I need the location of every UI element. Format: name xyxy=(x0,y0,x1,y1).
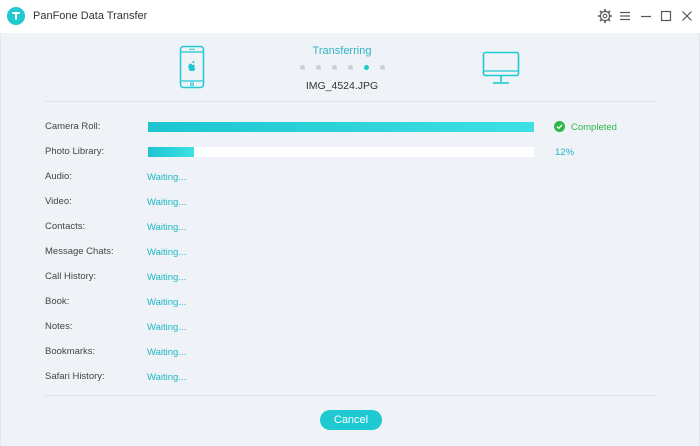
menu-button[interactable] xyxy=(617,8,633,24)
progress-fill xyxy=(148,122,534,132)
waiting-status: Waiting... xyxy=(147,347,187,358)
waiting-status: Waiting... xyxy=(147,272,187,283)
transfer-row: Photo Library: 12% xyxy=(45,143,657,163)
category-label: Call History: xyxy=(45,271,97,282)
hamburger-menu-icon xyxy=(620,11,630,21)
transfer-row: Safari History: Waiting... xyxy=(45,368,657,388)
minimize-icon xyxy=(641,15,651,18)
current-file-name: IMG_4524.JPG xyxy=(305,80,379,92)
progress-bar xyxy=(148,147,534,157)
transfer-row: Book: Waiting... xyxy=(45,293,657,313)
category-label: Audio: xyxy=(45,171,72,182)
transfer-row: Message Chats: Waiting... xyxy=(45,243,657,263)
transfer-row: Audio: Waiting... xyxy=(45,168,657,188)
waiting-status: Waiting... xyxy=(147,297,187,308)
waiting-status: Waiting... xyxy=(147,322,187,333)
minimize-button[interactable] xyxy=(638,8,654,24)
progress-bar xyxy=(148,122,534,132)
step-dot xyxy=(364,65,369,70)
category-label: Video: xyxy=(45,196,72,207)
iphone-icon xyxy=(179,45,205,89)
monitor-icon xyxy=(482,51,520,84)
waiting-status: Waiting... xyxy=(147,372,187,383)
step-dot xyxy=(332,65,337,70)
progress-percent: 12% xyxy=(555,147,575,158)
gear-icon xyxy=(597,8,613,24)
category-label: Message Chats: xyxy=(45,246,114,257)
check-circle-icon xyxy=(554,121,565,132)
cancel-button[interactable]: Cancel xyxy=(320,410,382,430)
transfer-row: Video: Waiting... xyxy=(45,193,657,213)
category-label: Photo Library: xyxy=(45,146,105,157)
close-button[interactable] xyxy=(679,8,695,24)
waiting-status: Waiting... xyxy=(147,222,187,233)
step-dot xyxy=(348,65,353,70)
step-dot xyxy=(316,65,321,70)
completed-status: Completed xyxy=(571,122,617,133)
progress-fill xyxy=(148,147,195,157)
transfer-panel: Transferring IMG_4524.JPG Camera Roll: Co… xyxy=(0,33,700,446)
transfer-row: Bookmarks: Waiting... xyxy=(45,343,657,363)
title-bar: PanFone Data Transfer xyxy=(0,0,700,33)
step-dot xyxy=(380,65,385,70)
maximize-icon xyxy=(660,10,672,22)
category-label: Safari History: xyxy=(45,371,105,382)
footer-divider xyxy=(45,395,657,396)
transfer-status-title: Transferring xyxy=(312,45,372,57)
step-dot xyxy=(300,65,305,70)
waiting-status: Waiting... xyxy=(147,247,187,258)
header-divider xyxy=(45,101,657,102)
settings-button[interactable] xyxy=(597,8,613,24)
transfer-row: Camera Roll: Completed xyxy=(45,118,657,138)
close-icon xyxy=(682,11,692,21)
maximize-button[interactable] xyxy=(658,8,674,24)
category-label: Contacts: xyxy=(45,221,86,232)
category-label: Notes: xyxy=(45,321,73,332)
category-label: Camera Roll: xyxy=(45,121,101,132)
waiting-status: Waiting... xyxy=(147,172,187,183)
panfone-logo-icon xyxy=(7,7,25,25)
transfer-row: Contacts: Waiting... xyxy=(45,218,657,238)
transfer-row: Call History: Waiting... xyxy=(45,268,657,288)
app-window: PanFone Data Transfer Transferring IMG_4… xyxy=(0,0,700,446)
waiting-status: Waiting... xyxy=(147,197,187,208)
transfer-row: Notes: Waiting... xyxy=(45,318,657,338)
category-label: Bookmarks: xyxy=(45,346,96,357)
app-title: PanFone Data Transfer xyxy=(33,10,148,22)
step-indicator xyxy=(300,65,385,71)
category-label: Book: xyxy=(45,296,70,307)
